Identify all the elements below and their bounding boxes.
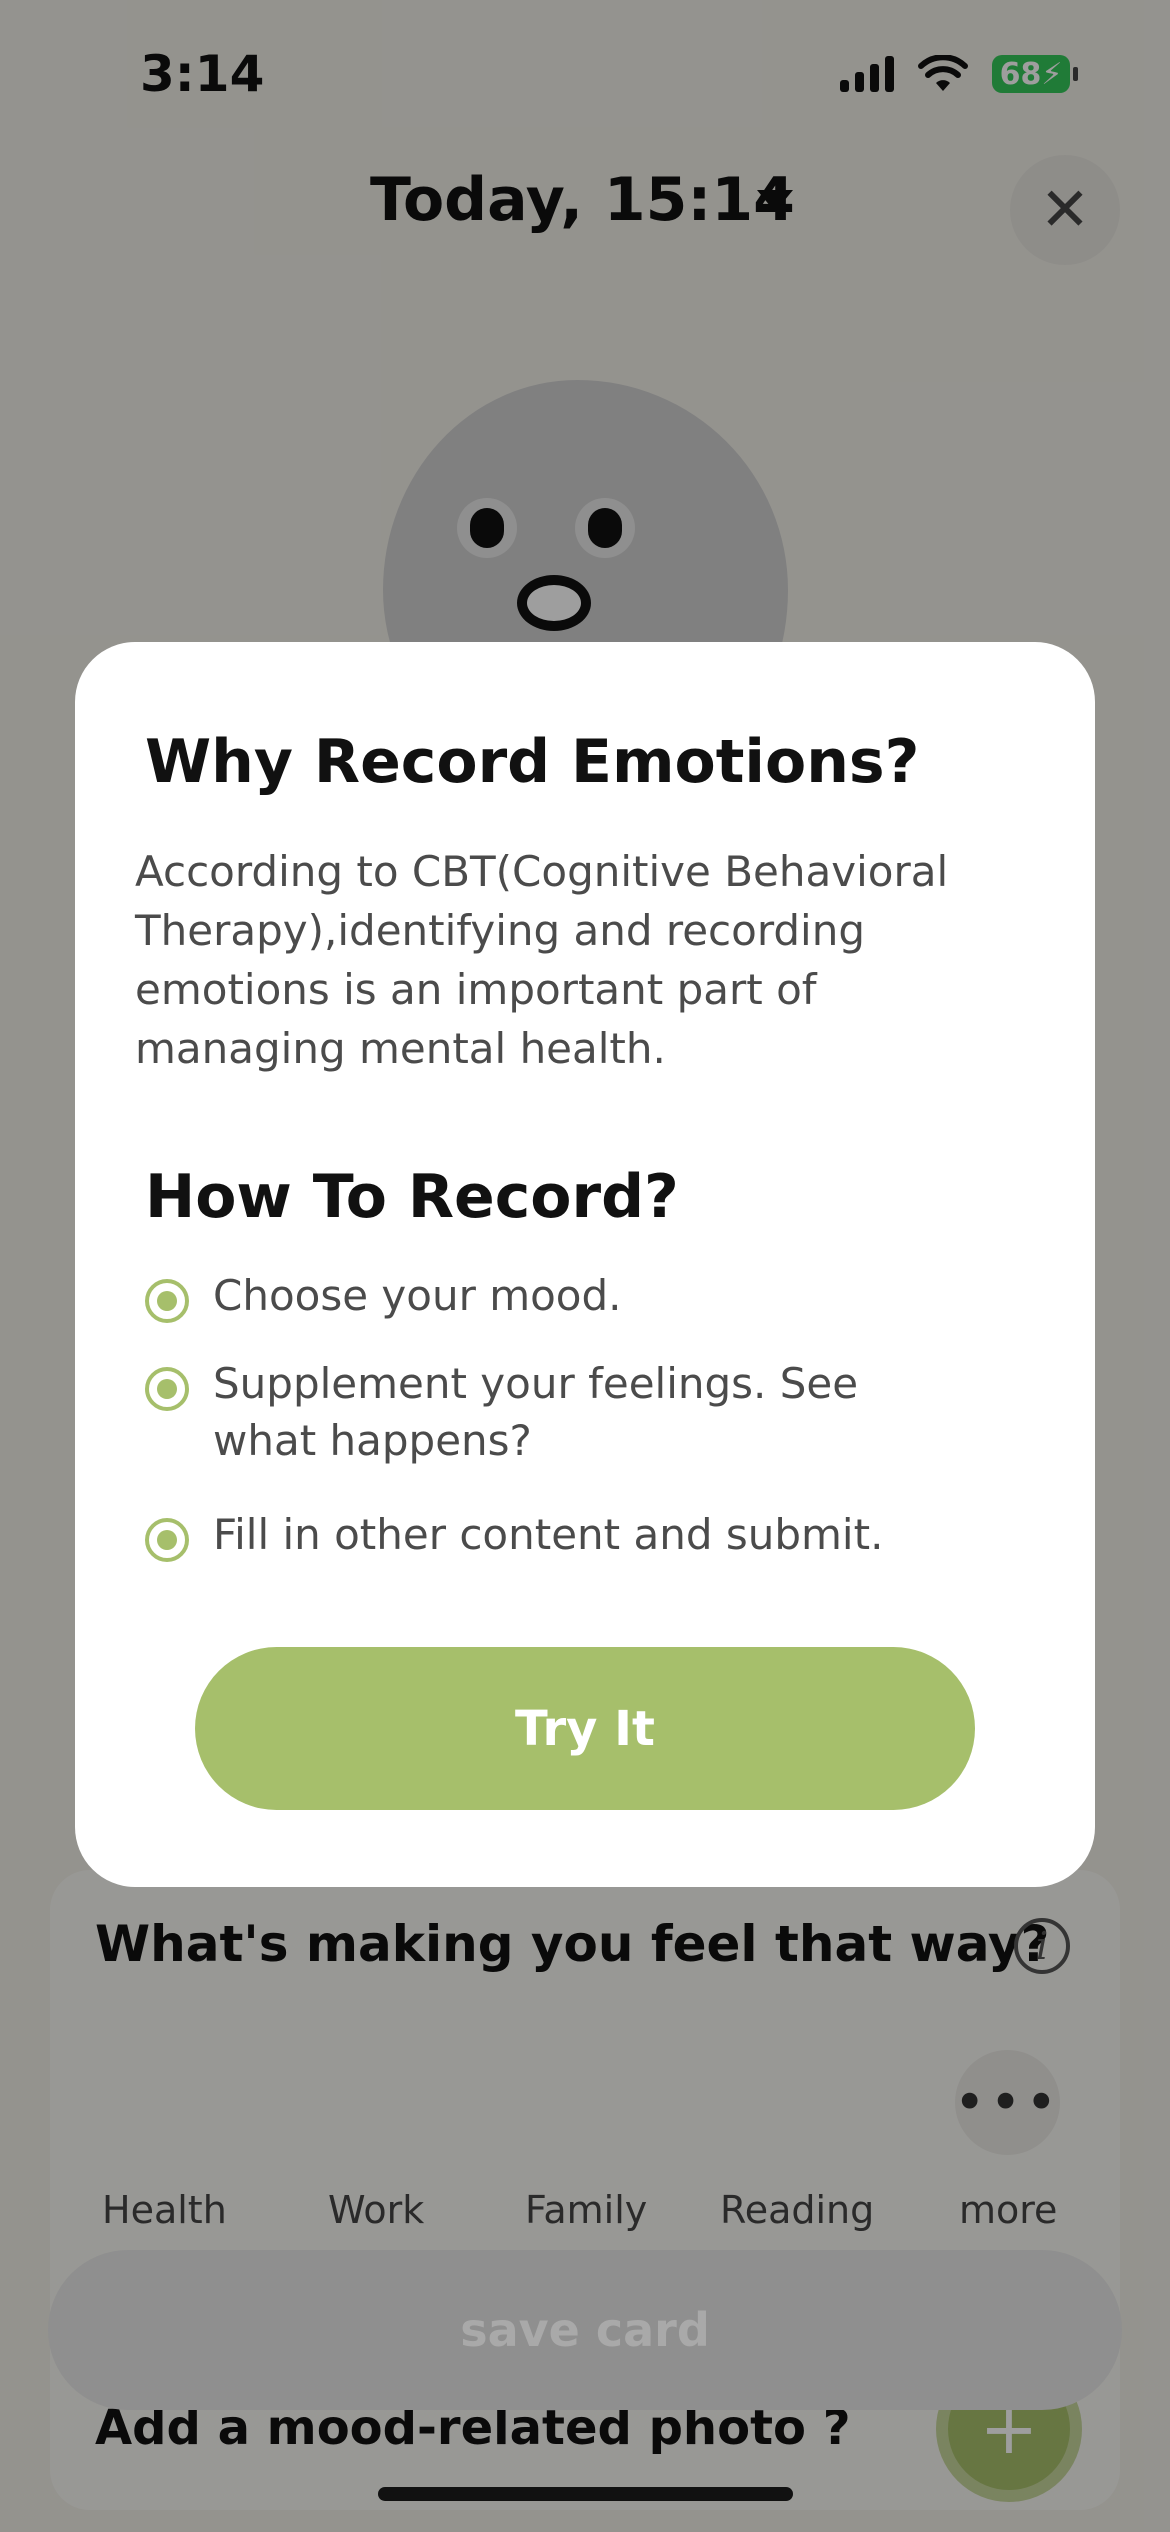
modal-body-text: According to CBT(Cognitive Behavioral Th… xyxy=(135,847,949,1073)
step-text: Supplement your feelings. See what happe… xyxy=(213,1359,859,1465)
home-indicator[interactable] xyxy=(378,2487,793,2501)
radio-bullet-icon xyxy=(145,1518,189,1562)
try-it-button[interactable]: Try It xyxy=(195,1647,975,1810)
radio-bullet-icon xyxy=(145,1279,189,1323)
step-item: Choose your mood. xyxy=(145,1267,933,1324)
modal-subtitle: How To Record? xyxy=(145,1162,679,1232)
radio-bullet-icon xyxy=(145,1367,189,1411)
step-item: Fill in other content and submit. xyxy=(145,1506,933,1563)
step-text: Fill in other content and submit. xyxy=(213,1510,884,1559)
save-card-button[interactable]: save card xyxy=(48,2250,1122,2410)
step-item: Supplement your feelings. See what happe… xyxy=(145,1355,933,1469)
modal-title: Why Record Emotions? xyxy=(145,727,920,797)
step-text: Choose your mood. xyxy=(213,1271,622,1320)
info-modal: Why Record Emotions? According to CBT(Co… xyxy=(75,642,1095,1887)
mood-entry-screen: 3:14 68 ⚡ Today, 15:14 ✕ What's making yo… xyxy=(0,0,1170,2532)
